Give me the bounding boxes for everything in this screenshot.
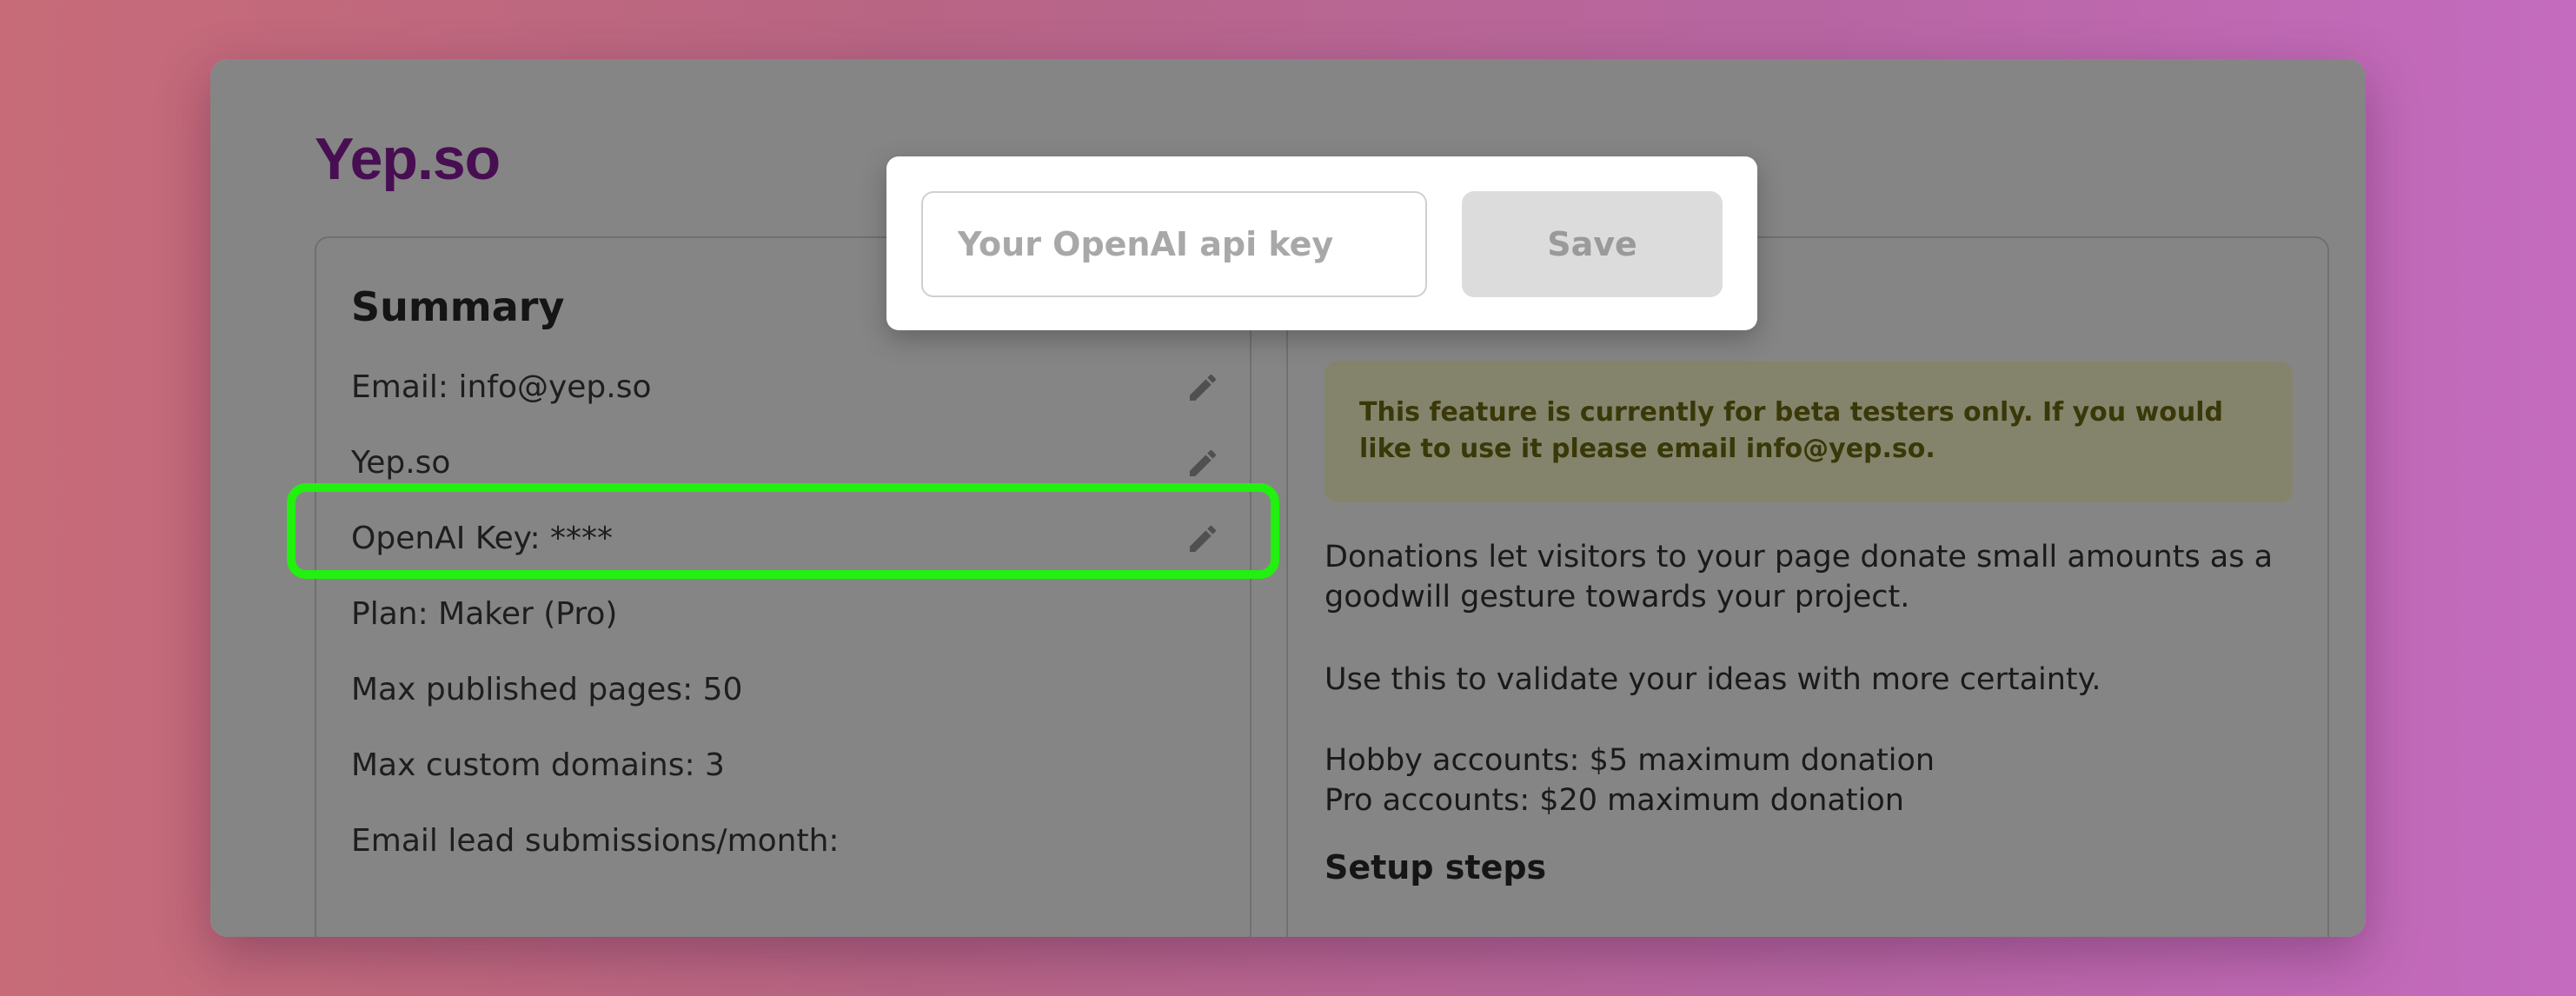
openai-key-modal: Save	[886, 156, 1757, 330]
openai-key-input[interactable]	[921, 191, 1427, 297]
save-button[interactable]: Save	[1462, 191, 1723, 297]
highlight-annotation	[287, 483, 1279, 579]
